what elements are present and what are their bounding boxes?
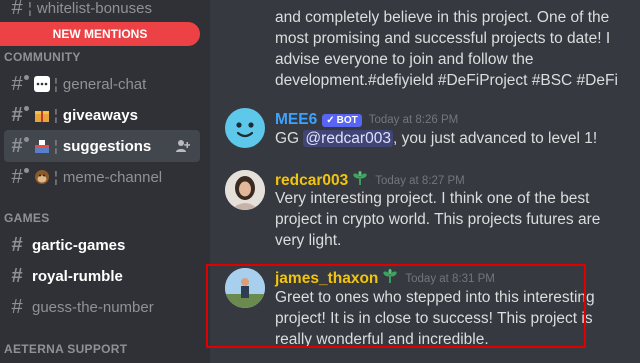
channel-giveaways[interactable]: # ¦ giveaways xyxy=(4,99,200,131)
hash-icon: # xyxy=(11,0,23,19)
category-aeterna-support[interactable]: AETERNA SUPPORT xyxy=(4,342,127,356)
hash-icon: # xyxy=(11,233,23,256)
timestamp: Today at 8:27 PM xyxy=(375,174,465,187)
sprout-badge-icon xyxy=(382,268,398,289)
channel-label: meme-channel xyxy=(62,168,163,186)
hash-icon: # xyxy=(11,295,23,318)
previous-message-body: and completely believe in this project. … xyxy=(275,9,618,89)
hash-icon: # xyxy=(8,104,29,127)
message-body: Very interesting project. I think one of… xyxy=(275,190,601,249)
timestamp: Today at 8:31 PM xyxy=(405,272,495,285)
add-member-icon[interactable] xyxy=(176,139,191,153)
speech-bubble-icon xyxy=(34,76,50,92)
new-mentions-banner[interactable]: NEW MENTIONS xyxy=(0,22,200,46)
channel-gartic-games[interactable]: # gartic-games xyxy=(4,229,200,261)
monkey-icon xyxy=(34,169,50,185)
channel-guess-the-number[interactable]: # guess-the-number xyxy=(4,291,200,323)
channel-meme-channel[interactable]: # ¦ meme-channel xyxy=(4,161,200,193)
message-body: Greet to ones who stepped into this inte… xyxy=(275,289,595,348)
channel-label: giveaways xyxy=(62,106,138,124)
avatar[interactable] xyxy=(225,268,265,308)
channel-label: general-chat xyxy=(62,75,147,93)
username[interactable]: MEE6 xyxy=(275,111,317,129)
hash-icon: # xyxy=(8,166,29,189)
message-header: james_thaxon Today at 8:31 PM xyxy=(275,268,495,289)
channel-whitelist-bonuses[interactable]: # ¦ whitelist-bonuses xyxy=(4,0,200,24)
avatar[interactable] xyxy=(225,170,265,210)
hash-icon: # xyxy=(8,73,29,96)
hash-icon: # xyxy=(11,264,23,287)
channel-label: royal-rumble xyxy=(32,267,123,285)
category-games[interactable]: GAMES xyxy=(4,211,50,225)
gift-icon xyxy=(34,107,50,123)
avatar[interactable] xyxy=(225,108,265,148)
username[interactable]: redcar003 xyxy=(275,172,348,190)
message-body: GG @redcar003, you just advanced to leve… xyxy=(275,130,598,147)
checkmark-icon: ✓ xyxy=(326,114,335,126)
timestamp: Today at 8:26 PM xyxy=(368,114,459,126)
username[interactable]: james_thaxon xyxy=(275,270,378,288)
channel-label: gartic-games xyxy=(32,236,126,254)
ballot-box-icon xyxy=(34,138,50,154)
user-mention[interactable]: @redcar003 xyxy=(303,130,393,147)
channel-label: whitelist-bonuses xyxy=(36,0,152,17)
chat-area: and completely believe in this project. … xyxy=(210,0,640,363)
bot-badge: ✓ BOT xyxy=(322,113,362,127)
hash-icon: # xyxy=(8,135,29,158)
channel-label: guess-the-number xyxy=(32,298,154,316)
channel-royal-rumble[interactable]: # royal-rumble xyxy=(4,260,200,292)
channel-general-chat[interactable]: # ¦ general-chat xyxy=(4,68,200,100)
message-header: MEE6 ✓ BOT Today at 8:26 PM xyxy=(275,111,458,129)
channel-suggestions[interactable]: # ¦ suggestions xyxy=(4,130,200,162)
channel-label: suggestions xyxy=(62,137,152,155)
channel-sidebar: # ¦ whitelist-bonuses NEW MENTIONS COMMU… xyxy=(0,0,210,363)
category-community[interactable]: COMMUNITY xyxy=(4,50,81,64)
